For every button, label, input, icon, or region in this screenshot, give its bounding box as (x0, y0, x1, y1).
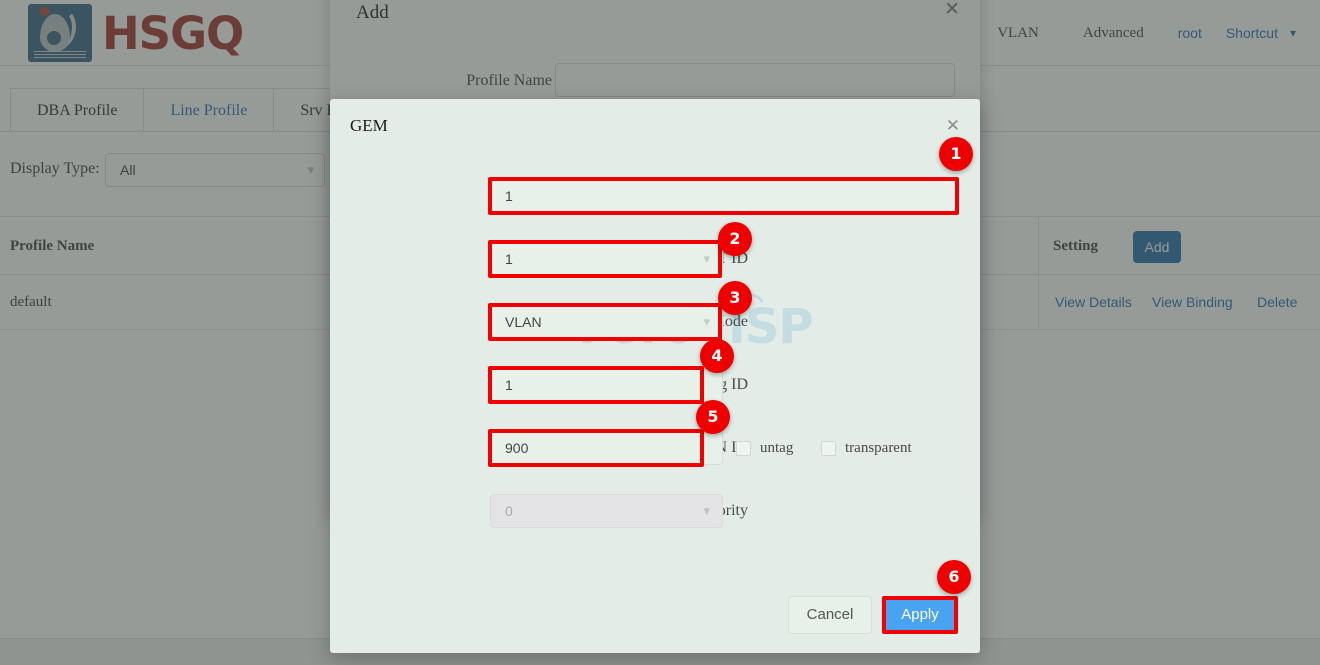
annotation-badge-5: 5 (696, 400, 730, 434)
screen: HSGQ VLAN Advanced root Shortcut ▾ DBA P… (0, 0, 1320, 665)
close-icon[interactable]: ✕ (946, 117, 960, 134)
vlan-priority-select: 0▾ (490, 494, 723, 528)
chevron-down-icon: ▾ (703, 495, 710, 527)
gem-dialog: GEM ✕ Foro ISP Gemport ID 1 T-CONT ID 1▾… (330, 99, 980, 653)
cancel-button[interactable]: Cancel (788, 596, 872, 634)
mapping-id-input[interactable]: 1 (490, 368, 723, 402)
transparent-checkbox[interactable]: transparent (821, 440, 912, 457)
chevron-down-icon: ▾ (703, 243, 710, 275)
apply-button[interactable]: Apply (886, 596, 954, 634)
tcont-id-select[interactable]: 1▾ (490, 242, 723, 276)
annotation-badge-4: 4 (700, 339, 734, 373)
gem-dialog-title: GEM (350, 116, 388, 136)
checkbox-box-icon (821, 441, 836, 456)
mode-select[interactable]: VLAN▾ (490, 305, 723, 339)
gemport-id-input[interactable]: 1 (490, 179, 960, 213)
checkbox-box-icon (736, 441, 751, 456)
annotation-badge-6: 6 (937, 560, 971, 594)
untag-checkbox[interactable]: untag (736, 440, 793, 457)
vlan-id-input[interactable]: 900 (490, 431, 723, 465)
chevron-down-icon: ▾ (703, 306, 710, 338)
transparent-checkbox-label: transparent (845, 440, 912, 457)
untag-checkbox-label: untag (760, 440, 793, 457)
annotation-badge-1: 1 (939, 137, 973, 171)
annotation-badge-2: 2 (718, 222, 752, 256)
annotation-badge-3: 3 (718, 281, 752, 315)
